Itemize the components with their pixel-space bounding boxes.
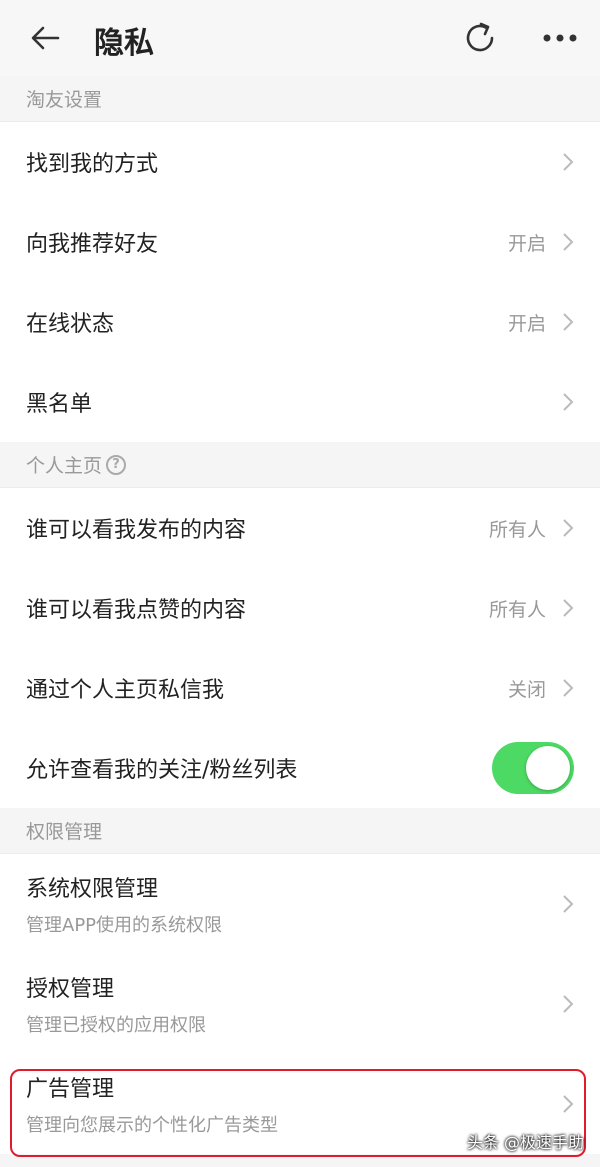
- help-icon[interactable]: ?: [106, 454, 127, 475]
- section-header-taoyou: 淘友设置: [0, 76, 600, 122]
- chevron-right-icon: [563, 995, 574, 1013]
- top-bar: 隐私: [0, 0, 600, 76]
- chevron-right-icon: [563, 233, 574, 251]
- row-label: 谁可以看我点赞的内容: [26, 598, 247, 623]
- row-label: 向我推荐好友: [26, 232, 159, 257]
- row-recommend-friends[interactable]: 向我推荐好友 开启: [0, 202, 600, 282]
- refresh-button[interactable]: [440, 0, 520, 76]
- page-title: 隐私: [94, 26, 154, 61]
- row-subtitle: 管理APP使用的系统权限: [26, 915, 223, 936]
- more-dots-icon: [543, 34, 577, 42]
- row-label: 在线状态: [26, 312, 115, 337]
- chevron-right-icon: [563, 393, 574, 411]
- row-follow-list: 允许查看我的关注/粉丝列表: [0, 728, 600, 808]
- section-title: 个人主页: [26, 455, 103, 477]
- refresh-icon: [466, 22, 494, 52]
- chevron-right-icon: [563, 679, 574, 697]
- row-label: 谁可以看我发布的内容: [26, 518, 247, 543]
- row-find-me[interactable]: 找到我的方式: [0, 122, 600, 202]
- toggle-knob: [526, 746, 570, 790]
- back-button[interactable]: [0, 0, 90, 76]
- chevron-right-icon: [563, 895, 574, 913]
- row-value: 所有人: [488, 518, 546, 541]
- row-direct-message[interactable]: 通过个人主页私信我 关闭: [0, 648, 600, 728]
- section-title: 淘友设置: [26, 89, 103, 111]
- section-title: 权限管理: [26, 821, 103, 843]
- chevron-right-icon: [563, 519, 574, 537]
- more-options-button[interactable]: [520, 0, 600, 76]
- row-label: 授权管理: [26, 977, 115, 1002]
- row-label: 允许查看我的关注/粉丝列表: [26, 758, 298, 783]
- row-blacklist[interactable]: 黑名单: [0, 362, 600, 442]
- section-header-permissions: 权限管理: [0, 808, 600, 854]
- row-who-can-see-posts[interactable]: 谁可以看我发布的内容 所有人: [0, 488, 600, 568]
- row-label: 广告管理: [26, 1077, 115, 1102]
- chevron-right-icon: [563, 313, 574, 331]
- row-value: 开启: [507, 312, 546, 335]
- row-who-can-see-likes[interactable]: 谁可以看我点赞的内容 所有人: [0, 568, 600, 648]
- row-subtitle: 管理已授权的应用权限: [26, 1015, 206, 1036]
- chevron-right-icon: [563, 599, 574, 617]
- row-online-status[interactable]: 在线状态 开启: [0, 282, 600, 362]
- follow-list-toggle[interactable]: [492, 742, 574, 794]
- row-system-permissions[interactable]: 系统权限管理 管理APP使用的系统权限: [0, 854, 600, 954]
- row-authorization[interactable]: 授权管理 管理已授权的应用权限: [0, 954, 600, 1054]
- row-label: 通过个人主页私信我: [26, 678, 225, 703]
- row-label: 找到我的方式: [26, 152, 159, 177]
- chevron-right-icon: [563, 1095, 574, 1113]
- back-arrow-icon: [31, 26, 60, 50]
- chevron-right-icon: [563, 153, 574, 171]
- row-value: 开启: [507, 232, 546, 255]
- row-label: 黑名单: [26, 392, 93, 417]
- row-value: 所有人: [488, 598, 546, 621]
- row-value: 关闭: [507, 678, 546, 701]
- row-label: 系统权限管理: [26, 877, 159, 902]
- section-header-profile: 个人主页 ?: [0, 442, 600, 488]
- watermark: 头条 @极速手助: [466, 1133, 584, 1152]
